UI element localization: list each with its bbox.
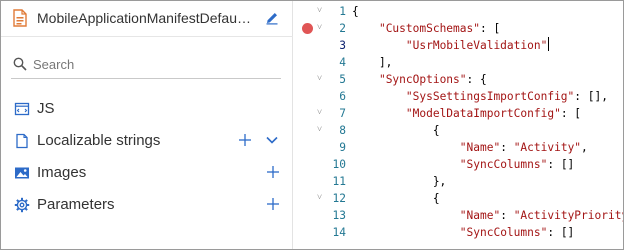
- pencil-icon[interactable]: [265, 11, 279, 25]
- nav-item-localizable-strings[interactable]: Localizable strings: [1, 127, 293, 155]
- code-text: {: [352, 192, 440, 205]
- nav-item-parameters[interactable]: Parameters: [1, 191, 293, 219]
- nav-item-label: Localizable strings: [37, 132, 161, 149]
- code-line[interactable]: ˅ 7 "ModelDataImportConfig": [: [294, 105, 623, 122]
- breakpoint-icon[interactable]: [302, 23, 313, 34]
- text-cursor: [548, 37, 550, 51]
- search-input[interactable]: [33, 53, 273, 75]
- code-text: ],: [352, 56, 393, 69]
- code-text: "SyncColumns": []: [459, 158, 575, 171]
- line-number: 7: [339, 107, 346, 120]
- code-line[interactable]: ˅ 1{: [294, 3, 623, 20]
- add-icon[interactable]: [265, 196, 281, 212]
- chevron-down-icon[interactable]: [265, 133, 279, 147]
- code-text: "UsrMobileValidation": [405, 37, 550, 52]
- schema-structure-panel: MobileApplicationManifestDefault... JS: [1, 1, 293, 249]
- document-icon: [16, 133, 28, 149]
- code-text: "ModelDataImportConfig": [: [405, 107, 582, 120]
- code-text: {: [352, 124, 440, 137]
- code-line[interactable]: 6 "SysSettingsImportConfig": [],: [294, 88, 623, 105]
- nav-item-label: Parameters: [37, 196, 115, 213]
- nav-item-label: Images: [37, 164, 87, 181]
- nav-item-js[interactable]: JS: [1, 95, 293, 123]
- code-line[interactable]: 14 "SyncColumns": []: [294, 224, 623, 241]
- code-text: "Name": "Activity",: [459, 141, 588, 154]
- schema-title-row: MobileApplicationManifestDefault...: [1, 1, 293, 36]
- search-icon: [13, 57, 27, 71]
- code-line[interactable]: ˅ 12 {: [294, 190, 623, 207]
- search-box: [11, 49, 281, 79]
- line-number: 6: [339, 90, 346, 103]
- schema-title: MobileApplicationManifestDefault...: [37, 10, 251, 26]
- line-number: 12: [332, 192, 346, 205]
- nav-item-images[interactable]: Images: [1, 159, 293, 187]
- code-line[interactable]: 10 "SyncColumns": []: [294, 156, 623, 173]
- code-text: "SyncOptions": {: [378, 73, 487, 86]
- line-number: 3: [339, 39, 346, 52]
- line-number: 5: [339, 73, 346, 86]
- header-divider: [1, 36, 293, 37]
- image-icon: [15, 167, 29, 179]
- code-text: "Name": "ActivityPriority: [459, 209, 624, 222]
- file-code-icon: [13, 9, 27, 27]
- js-file-icon: [14, 102, 30, 116]
- code-text: "SysSettingsImportConfig": [],: [405, 90, 608, 103]
- add-icon[interactable]: [237, 132, 253, 148]
- code-line[interactable]: ˅ 2 "CustomSchemas": [: [294, 20, 623, 37]
- line-number: 13: [332, 209, 346, 222]
- line-number: 10: [332, 158, 346, 171]
- line-number: 8: [339, 124, 346, 137]
- line-number: 14: [332, 226, 346, 239]
- line-number: 4: [339, 56, 346, 69]
- code-text: "CustomSchemas": [: [378, 22, 501, 35]
- line-number: 2: [339, 22, 346, 35]
- line-number: 9: [339, 141, 346, 154]
- code-line[interactable]: 9 "Name": "Activity",: [294, 139, 623, 156]
- code-line[interactable]: 11 },: [294, 173, 623, 190]
- code-line[interactable]: ˅ 8 {: [294, 122, 623, 139]
- code-text: {: [352, 5, 359, 18]
- line-number: 11: [332, 175, 346, 188]
- code-text: },: [352, 175, 447, 188]
- code-text: "SyncColumns": []: [459, 226, 575, 239]
- code-line[interactable]: 4 ],: [294, 54, 623, 71]
- nav-item-label: JS: [37, 100, 55, 117]
- gear-icon: [14, 197, 30, 213]
- app-window: MobileApplicationManifestDefault... JS: [0, 0, 624, 250]
- add-icon[interactable]: [265, 164, 281, 180]
- line-number: 1: [339, 5, 346, 18]
- code-line[interactable]: ˅ 5 "SyncOptions": {: [294, 71, 623, 88]
- code-line[interactable]: 3 "UsrMobileValidation": [294, 37, 623, 54]
- code-editor[interactable]: ˅ 1{˅ 2 "CustomSchemas": [3 "UsrMobileVali…: [294, 1, 624, 249]
- code-line[interactable]: 13 "Name": "ActivityPriority: [294, 207, 624, 224]
